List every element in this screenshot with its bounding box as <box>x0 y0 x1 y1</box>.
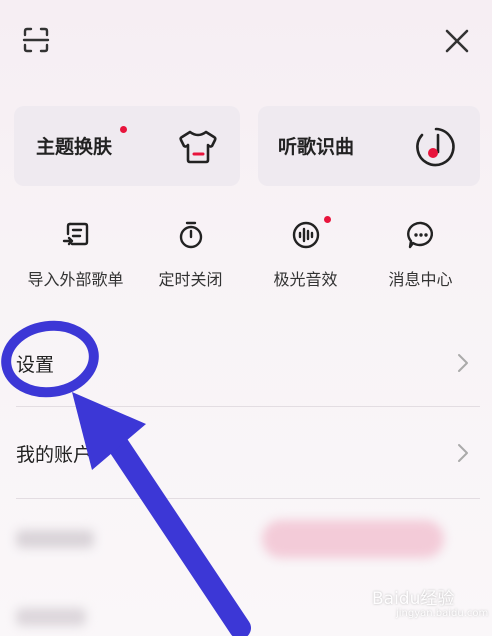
sound-effect-icon <box>292 221 319 249</box>
sound-effect-label: 极光音效 <box>273 270 338 289</box>
watermark-logo: Baidu经验 <box>372 589 455 609</box>
close-icon[interactable] <box>442 26 472 56</box>
theme-skin-card[interactable]: 主题换肤 <box>14 106 240 186</box>
timer-label: 定时关闭 <box>158 270 223 289</box>
blurred-promo-pill <box>262 520 444 558</box>
sound-effect-new-badge <box>324 216 331 223</box>
quick-timer[interactable]: 定时关闭 <box>129 216 252 296</box>
import-playlist-label: 导入外部歌单 <box>27 270 124 289</box>
theme-new-badge <box>120 126 127 133</box>
quick-message-center[interactable]: 消息中心 <box>359 216 482 296</box>
divider <box>16 406 480 407</box>
recognize-song-label: 听歌识曲 <box>278 136 355 158</box>
watermark-url: jingyan.baidu.com <box>396 608 489 619</box>
message-center-label: 消息中心 <box>388 270 453 289</box>
my-account-label: 我的账户 <box>16 444 93 466</box>
quick-import-playlist[interactable]: 导入外部歌单 <box>14 216 137 296</box>
theme-skin-label: 主题换肤 <box>36 136 113 158</box>
menu-settings[interactable]: 设置 <box>0 328 492 398</box>
quick-sound-effect[interactable]: 极光音效 <box>244 216 367 296</box>
tshirt-icon <box>179 130 217 164</box>
music-note-recognize-icon <box>416 127 455 167</box>
recognize-song-card[interactable]: 听歌识曲 <box>258 106 480 186</box>
import-playlist-icon <box>62 222 88 246</box>
blurred-row-label <box>16 608 86 626</box>
divider <box>16 498 480 499</box>
chevron-right-icon <box>458 354 468 372</box>
settings-label: 设置 <box>16 354 55 376</box>
chevron-right-icon <box>458 444 468 462</box>
blurred-row-label <box>16 530 94 548</box>
top-bar <box>0 0 492 84</box>
menu-my-account[interactable]: 我的账户 <box>0 418 492 488</box>
scan-icon[interactable] <box>22 26 50 54</box>
message-icon <box>406 221 433 249</box>
timer-icon <box>179 221 202 249</box>
